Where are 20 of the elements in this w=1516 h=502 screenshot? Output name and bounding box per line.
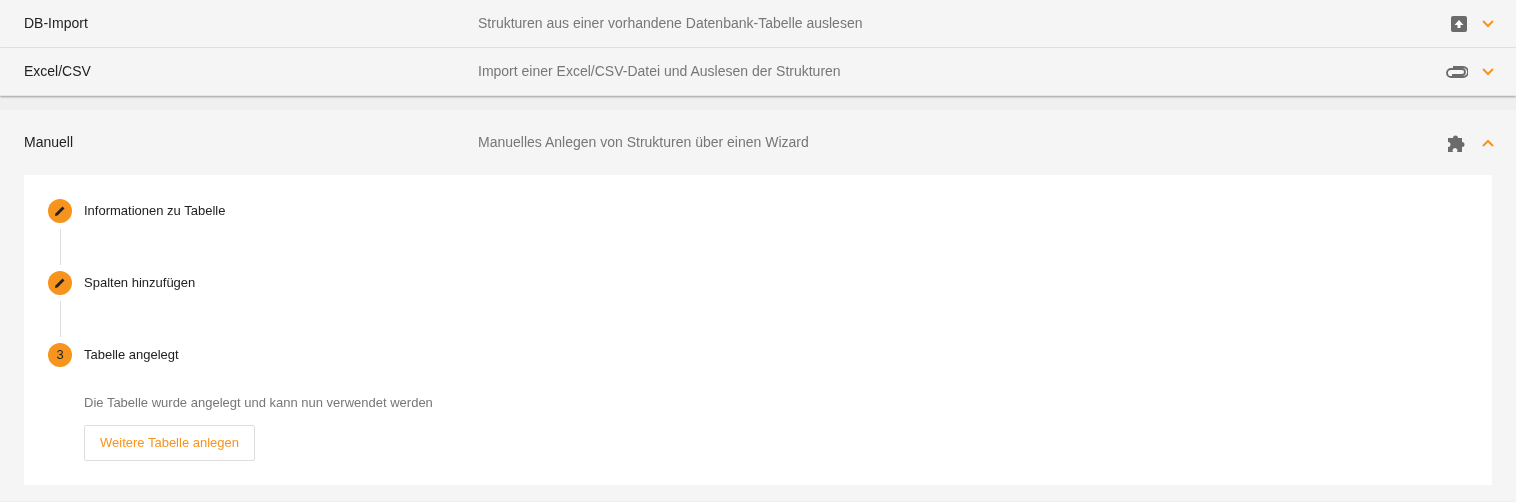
chevron-up-icon[interactable] [1482, 138, 1494, 147]
panel-description: Import einer Excel/CSV-Datei und Auslesen der Strukturen [478, 62, 842, 81]
panel-title: DB-Import [24, 14, 89, 33]
step-label: Spalten hinzufügen [84, 274, 196, 293]
paperclip-icon [1446, 65, 1468, 78]
panel-title: Excel/CSV [24, 62, 92, 81]
chevron-down-icon[interactable] [1482, 19, 1494, 28]
edit-step-icon [48, 199, 72, 223]
step-label: Informationen zu Tabelle [84, 202, 226, 221]
edit-step-icon [48, 271, 72, 295]
upload-icon [1450, 14, 1468, 33]
panel-title: Manuell [24, 133, 75, 152]
panel-description: Strukturen aus einer vorhandene Datenbank-Tabelle auslesen [478, 14, 864, 33]
chevron-down-icon[interactable] [1482, 67, 1494, 76]
panel-header[interactable]: Excel/CSV Import einer Excel/CSV-Datei und Auslesen der Strukturen [0, 48, 1516, 96]
step-message: Die Tabelle wurde angelegt und kann nun verwendet werden [84, 394, 434, 412]
panel-description: Manuelles Anlegen von Strukturen über einen Wizard [478, 133, 810, 152]
step-number: 3 [48, 343, 72, 367]
panel-header[interactable]: DB-Import Strukturen aus einer vorhandene Datenbank-Tabelle auslesen [0, 0, 1516, 48]
step-label: Tabelle angelegt [84, 346, 179, 365]
